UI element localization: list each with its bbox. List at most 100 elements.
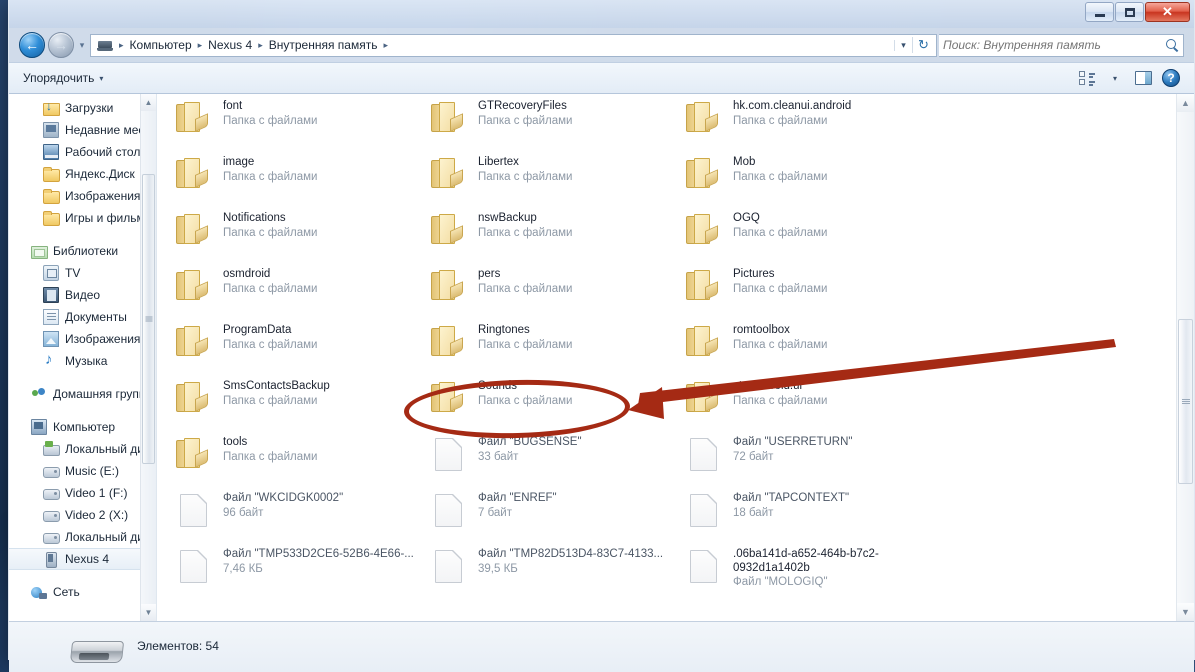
sidebar-item-изображения[interactable]: Изображения	[9, 328, 156, 350]
sidebar-item-недавние-места[interactable]: Недавние места	[9, 119, 156, 141]
folder-item[interactable]: nswBackup Папка с файлами	[428, 210, 683, 258]
sidebar-scroll-up-button[interactable]: ▲	[141, 94, 156, 111]
folder-icon	[428, 378, 468, 412]
refresh-button[interactable]: ↻	[912, 37, 934, 53]
breadcrumb-item-computer[interactable]: Компьютер	[127, 36, 195, 54]
breadcrumb-item-nexus4[interactable]: Nexus 4	[205, 36, 255, 54]
file-list-pane[interactable]: font Папка с файлами image Папка с файлами N…	[157, 94, 1194, 621]
help-button[interactable]: ?	[1158, 67, 1184, 89]
title-bar[interactable]: ✕	[9, 0, 1194, 28]
folder-item[interactable]: Ringtones Папка с файлами	[428, 322, 683, 370]
sidebar-item-локальный-диск[interactable]: Локальный диск	[9, 526, 156, 548]
sidebar-item-рабочий-стол[interactable]: Рабочий стол	[9, 141, 156, 163]
file-item[interactable]: Файл "WKCIDGK0002" 96 байт	[173, 490, 428, 538]
folder-icon	[173, 210, 213, 244]
forward-button[interactable]: →	[48, 32, 74, 58]
file-label-group: Файл "USERRETURN" 72 байт	[733, 434, 853, 465]
sidebar-item-библиотеки[interactable]: Библиотеки	[9, 240, 156, 262]
folder-item[interactable]: Pictures Папка с файлами	[683, 266, 938, 314]
sidebar-item-локальный-диск[interactable]: Локальный диск	[9, 438, 156, 460]
sidebar-item-label: Документы	[65, 310, 127, 324]
sidebar-item-tv[interactable]: TV	[9, 262, 156, 284]
folder-item[interactable]: image Папка с файлами	[173, 154, 428, 202]
network-icon	[31, 584, 47, 600]
sidebar-scroll-thumb[interactable]	[142, 174, 155, 464]
folder-item[interactable]: pers Папка с файлами	[428, 266, 683, 314]
scroll-thumb[interactable]	[1178, 319, 1193, 484]
drive-icon	[43, 529, 60, 545]
file-subtitle: Папка с файлами	[733, 115, 828, 127]
sidebar-item-video-2-x[interactable]: Video 2 (X:)	[9, 504, 156, 526]
history-dropdown-button[interactable]: ▾	[74, 40, 90, 51]
folder-item[interactable]: Notifications Папка с файлами	[173, 210, 428, 258]
file-icon	[428, 546, 468, 583]
preview-pane-icon	[1134, 71, 1152, 85]
folder-item[interactable]: OGQ Папка с файлами	[683, 210, 938, 258]
file-label-group: Файл "WKCIDGK0002" 96 байт	[223, 490, 343, 521]
homegroup-icon	[31, 386, 47, 402]
sidebar-item-nexus-4[interactable]: Nexus 4	[9, 548, 156, 570]
folder-item[interactable]: sta.android.ui Папка с файлами	[683, 378, 938, 426]
sidebar-item-загрузки[interactable]: Загрузки	[9, 97, 156, 119]
breadcrumb-item-internal-storage[interactable]: Внутренняя память	[266, 36, 381, 54]
address-dropdown-button[interactable]: ▾	[894, 39, 912, 51]
sidebar-item-яндекс-диск[interactable]: Яндекс.Диск	[9, 163, 156, 185]
file-item[interactable]: Файл "TAPCONTEXT" 18 байт	[683, 490, 938, 538]
file-item[interactable]: .06ba141d-a652-464b-b7c2-0932d1a1402b Фай…	[683, 546, 938, 594]
maximize-button[interactable]	[1115, 2, 1144, 22]
file-item[interactable]: Файл "TMP82D513D4-83C7-4133... 39,5 КБ	[428, 546, 683, 594]
close-button[interactable]: ✕	[1145, 2, 1190, 22]
folder-item[interactable]: tools Папка с файлами	[173, 434, 428, 482]
sidebar-item-изображения[interactable]: Изображения	[9, 185, 156, 207]
sidebar-item-сеть[interactable]: Сеть	[9, 581, 156, 603]
sidebar-item-video-1-f[interactable]: Video 1 (F:)	[9, 482, 156, 504]
file-name: pers	[478, 268, 501, 280]
folder-item[interactable]: romtoolbox Папка с файлами	[683, 322, 938, 370]
folder-item[interactable]: Mob Папка с файлами	[683, 154, 938, 202]
folder-icon	[683, 378, 723, 412]
folder-item[interactable]: font Папка с файлами	[173, 98, 428, 146]
sidebar-item-видео[interactable]: Видео	[9, 284, 156, 306]
sidebar-item-компьютер[interactable]: Компьютер	[9, 416, 156, 438]
file-name: GTRecoveryFiles	[478, 100, 567, 112]
file-list-scrollbar[interactable]: ▲ ▼	[1176, 94, 1194, 621]
folder-item[interactable]: Libertex Папка с файлами	[428, 154, 683, 202]
folder-item[interactable]: SmsContactsBackup Папка с файлами	[173, 378, 428, 426]
folder-icon	[43, 210, 60, 226]
sidebar-scroll-down-button[interactable]: ▼	[141, 604, 156, 621]
file-item[interactable]: Файл "BUGSENSE" 33 байт	[428, 434, 683, 482]
organize-button[interactable]: Упорядочить ▾	[15, 68, 111, 88]
file-item[interactable]: Файл "USERRETURN" 72 байт	[683, 434, 938, 482]
file-item[interactable]: Файл "ENREF" 7 байт	[428, 490, 683, 538]
sidebar-item-музыка[interactable]: Музыка	[9, 350, 156, 372]
file-item[interactable]: Файл "TMP533D2CE6-52B6-4E66-... 7,46 КБ	[173, 546, 428, 594]
chevron-down-icon: ▾	[1112, 73, 1117, 83]
back-button[interactable]: ←	[19, 32, 45, 58]
search-input[interactable]	[943, 38, 1165, 52]
sidebar-item-music-e[interactable]: Music (E:)	[9, 460, 156, 482]
minimize-button[interactable]	[1085, 2, 1114, 22]
file-name: Файл "TMP533D2CE6-52B6-4E66-...	[223, 548, 414, 560]
chevron-down-icon: ▾	[99, 73, 104, 83]
view-dropdown-button[interactable]: ▾	[1102, 67, 1128, 89]
file-subtitle: 33 байт	[478, 451, 519, 463]
folder-item[interactable]: hk.com.cleanui.android Папка с файлами	[683, 98, 938, 146]
breadcrumb-separator: ▸	[258, 39, 263, 50]
folder-item[interactable]: ProgramData Папка с файлами	[173, 322, 428, 370]
navigation-tree: Загрузки Недавние места Рабочий стол Яндекс…	[9, 94, 156, 603]
preview-pane-button[interactable]	[1130, 67, 1156, 89]
change-view-button[interactable]	[1074, 67, 1100, 89]
search-box[interactable]	[939, 33, 1184, 57]
sidebar-item-документы[interactable]: Документы	[9, 306, 156, 328]
sidebar-scrollbar[interactable]: ▲ ▼	[140, 94, 156, 621]
scroll-up-button[interactable]: ▲	[1177, 94, 1194, 112]
folder-item[interactable]: GTRecoveryFiles Папка с файлами	[428, 98, 683, 146]
scroll-down-button[interactable]: ▼	[1177, 603, 1194, 621]
sidebar-item-игры-и-фильмы[interactable]: Игры и фильмы	[9, 207, 156, 229]
address-bar[interactable]: ▸ Компьютер ▸ Nexus 4 ▸ Внутренняя памят…	[90, 33, 937, 57]
folder-item[interactable]: osmdroid Папка с файлами	[173, 266, 428, 314]
file-icon	[683, 490, 723, 527]
file-name: tools	[223, 436, 248, 448]
sidebar-item-домашняя-группа[interactable]: Домашняя группа	[9, 383, 156, 405]
folder-item[interactable]: Sounds Папка с файлами	[428, 378, 683, 426]
